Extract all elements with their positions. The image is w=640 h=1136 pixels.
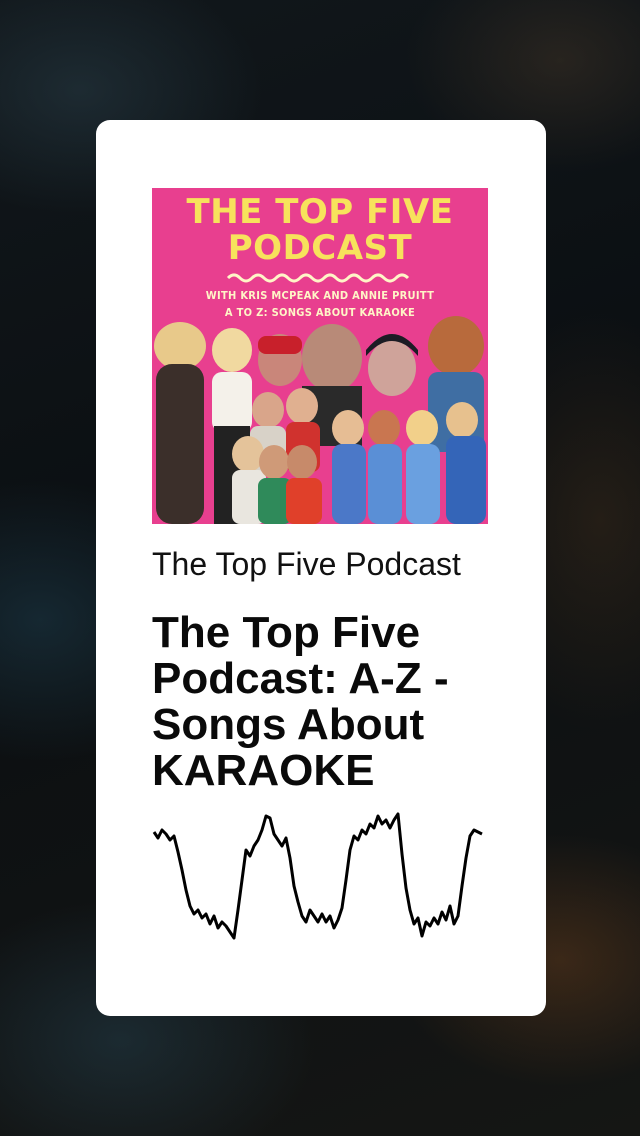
show-name: The Top Five Podcast [152, 546, 461, 582]
audio-waveform [152, 812, 483, 940]
cover-squiggle-decoration [226, 273, 410, 283]
podcast-cover-art: THE TOP FIVE PODCAST WITH KRIS MCPEAK AN… [152, 188, 488, 524]
artist-photo-collage [154, 316, 486, 524]
episode-title: The Top Five Podcast: A-Z - Songs About … [152, 608, 449, 795]
podcast-share-card: THE TOP FIVE PODCAST WITH KRIS MCPEAK AN… [96, 120, 546, 1016]
cover-hosts-line: WITH KRIS MCPEAK AND ANNIE PRUITT [205, 289, 435, 302]
cover-title: THE TOP FIVE PODCAST [186, 192, 454, 268]
